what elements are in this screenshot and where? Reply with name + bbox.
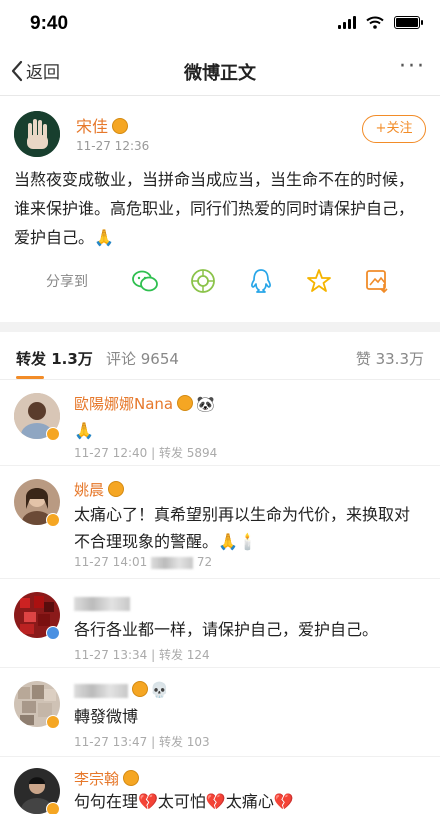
page-title: 微博正文 — [184, 63, 256, 84]
comment-meta: 11-27 14:01 72 — [74, 555, 213, 569]
author-avatar[interactable] — [14, 111, 60, 157]
comment-meta: 11-27 13:34 | 转发 124 — [74, 648, 210, 662]
tab-comment[interactable]: 评论 9654 — [106, 348, 179, 369]
blurred-region — [151, 556, 194, 569]
verified-badge-icon — [46, 802, 60, 814]
commenter-name[interactable]: 李宗翰 — [74, 768, 140, 789]
wifi-icon — [366, 16, 384, 29]
verified-badge-icon — [46, 513, 60, 527]
commenter-name[interactable]: 姚晨 — [74, 479, 125, 500]
repost-item[interactable]: 歐陽娜娜Nana 🐼 🙏 11-27 12:40 | 转发 5894 — [0, 381, 440, 466]
post-time: 11-27 12:36 — [76, 139, 150, 153]
vip-crown-icon — [112, 118, 129, 134]
share-label: 分享到 — [46, 274, 88, 290]
blurred-region — [74, 596, 130, 611]
commenter-name-blurred[interactable] — [74, 594, 130, 612]
wechat-icon[interactable] — [116, 266, 174, 296]
section-divider — [0, 322, 440, 332]
status-bar: 9:40 — [0, 0, 440, 46]
repost-item[interactable]: 姚晨 太痛心了！真希望别再以生命为代价，来换取对不合理现象的警醒。🙏🕯️ 11-… — [0, 467, 440, 579]
battery-icon — [394, 16, 423, 29]
more-options-button[interactable]: ··· — [399, 54, 426, 79]
comment-text: 🙏 — [74, 421, 94, 440]
comment-text: 轉發微博 — [74, 707, 139, 726]
follow-button[interactable]: +关注 — [362, 115, 426, 143]
nav-bar: 返回 微博正文 ··· — [0, 46, 440, 96]
commenter-name[interactable]: 歐陽娜娜Nana 🐼 — [74, 393, 215, 414]
blurred-region — [74, 683, 128, 698]
status-icons — [338, 16, 423, 29]
comment-meta: 11-27 13:47 | 转发 103 — [74, 735, 210, 749]
repost-item[interactable]: 💀 轉發微博 11-27 13:47 | 转发 103 — [0, 669, 440, 757]
comment-text: 句句在理💔太可怕💔太痛心💔 — [74, 792, 294, 811]
verified-badge-icon — [46, 427, 60, 441]
main-post: 宋佳 11-27 12:36 +关注 当熬夜变成敬业，当拼命当成应当，当生命不在… — [0, 97, 440, 321]
skull-icon: 💀 — [150, 681, 169, 699]
active-tab-indicator — [16, 376, 44, 379]
vip-crown-icon — [177, 395, 194, 411]
moments-icon[interactable] — [174, 266, 232, 296]
vip-crown-icon — [108, 481, 125, 497]
comment-text: 各行各业都一样，请保护自己，爱护自己。 — [74, 620, 379, 639]
share-row: 分享到 — [0, 261, 440, 301]
comment-meta: 11-27 12:40 | 转发 5894 — [74, 446, 218, 460]
post-text: 当熬夜变成敬业，当拼命当成应当，当生命不在的时候，谁来保护谁。高危职业，同行们热… — [14, 170, 415, 247]
qzone-star-icon[interactable] — [290, 266, 348, 296]
verified-badge-icon — [46, 626, 60, 640]
repost-item[interactable]: 李宗翰 句句在理💔太可怕💔太痛心💔 — [0, 758, 440, 814]
vip-crown-icon — [123, 770, 140, 786]
tab-bar: 转发 1.3万 评论 9654 赞 33.3万 — [0, 332, 440, 380]
status-time: 9:40 — [30, 13, 69, 34]
qq-icon[interactable] — [232, 266, 290, 296]
panda-icon: 🐼 — [196, 395, 215, 413]
tab-repost[interactable]: 转发 1.3万 — [16, 348, 93, 369]
tab-like[interactable]: 赞 33.3万 — [356, 348, 424, 369]
signal-icon — [338, 16, 356, 29]
author-name[interactable]: 宋佳 — [76, 113, 129, 137]
repost-item[interactable]: 各行各业都一样，请保护自己，爱护自己。 11-27 13:34 | 转发 124 — [0, 580, 440, 668]
hand-icon — [14, 111, 60, 157]
comment-text: 太痛心了！真希望别再以生命为代价，来换取对不合理现象的警醒。🙏🕯️ — [74, 505, 411, 551]
verified-badge-icon — [46, 715, 60, 729]
commenter-name-blurred[interactable]: 💀 — [74, 681, 169, 699]
save-image-icon[interactable] — [348, 266, 406, 296]
vip-crown-icon — [132, 681, 148, 697]
